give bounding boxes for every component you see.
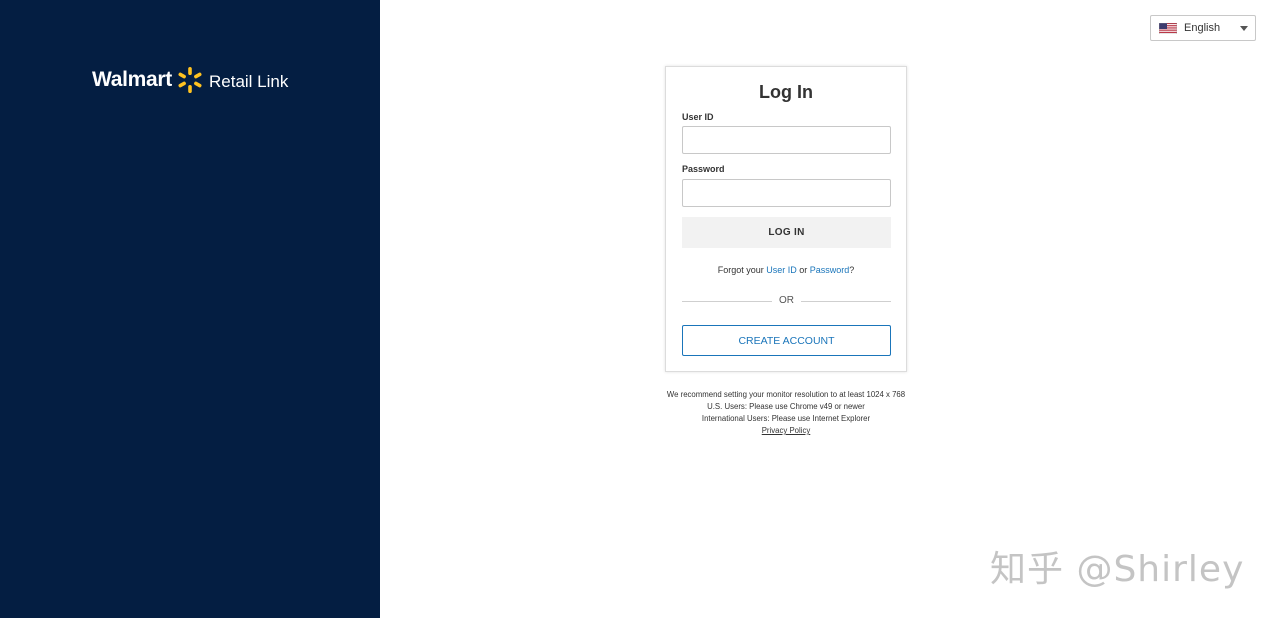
logo-brand-name: Walmart [92,68,172,91]
login-card: Log In User ID Password LOG IN Forgot yo… [665,66,907,372]
walmart-spark-icon [178,67,202,93]
forgot-password-link[interactable]: Password [810,265,850,275]
brand-side-panel: Walmart Retail Link [0,0,380,618]
caret-down-icon [1240,26,1248,31]
language-selected-label: English [1184,22,1221,34]
user-id-label: User ID [682,112,714,122]
or-divider-text: OR [779,295,794,306]
password-input[interactable] [682,179,891,207]
logo-product-name: Retail Link [208,72,289,91]
us-flag-icon [1159,22,1177,34]
or-divider: OR [682,295,891,307]
us-users-note: U.S. Users: Please use Chrome v49 or new… [707,402,865,411]
user-id-input[interactable] [682,126,891,154]
forgot-or: or [796,265,810,275]
language-selector[interactable]: English [1150,15,1256,41]
browser-notes: We recommend setting your monitor resolu… [650,389,922,437]
privacy-policy-link[interactable]: Privacy Policy [762,426,811,435]
login-button[interactable]: LOG IN [682,217,891,248]
forgot-prefix: Forgot your [717,265,767,275]
forgot-credentials-text: Forgot your User ID or Password? [666,265,906,275]
login-title: Log In [759,82,813,102]
password-label: Password [682,164,725,174]
intl-users-note: International Users: Please use Internet… [701,414,871,423]
walmart-retail-link-logo: Walmart Retail Link [92,64,288,96]
forgot-suffix: ? [849,265,855,275]
forgot-user-id-link[interactable]: User ID [766,265,797,275]
create-account-button[interactable]: CREATE ACCOUNT [682,325,891,356]
resolution-note: We recommend setting your monitor resolu… [666,390,906,399]
watermark: 知乎 @Shirley [990,549,1245,590]
